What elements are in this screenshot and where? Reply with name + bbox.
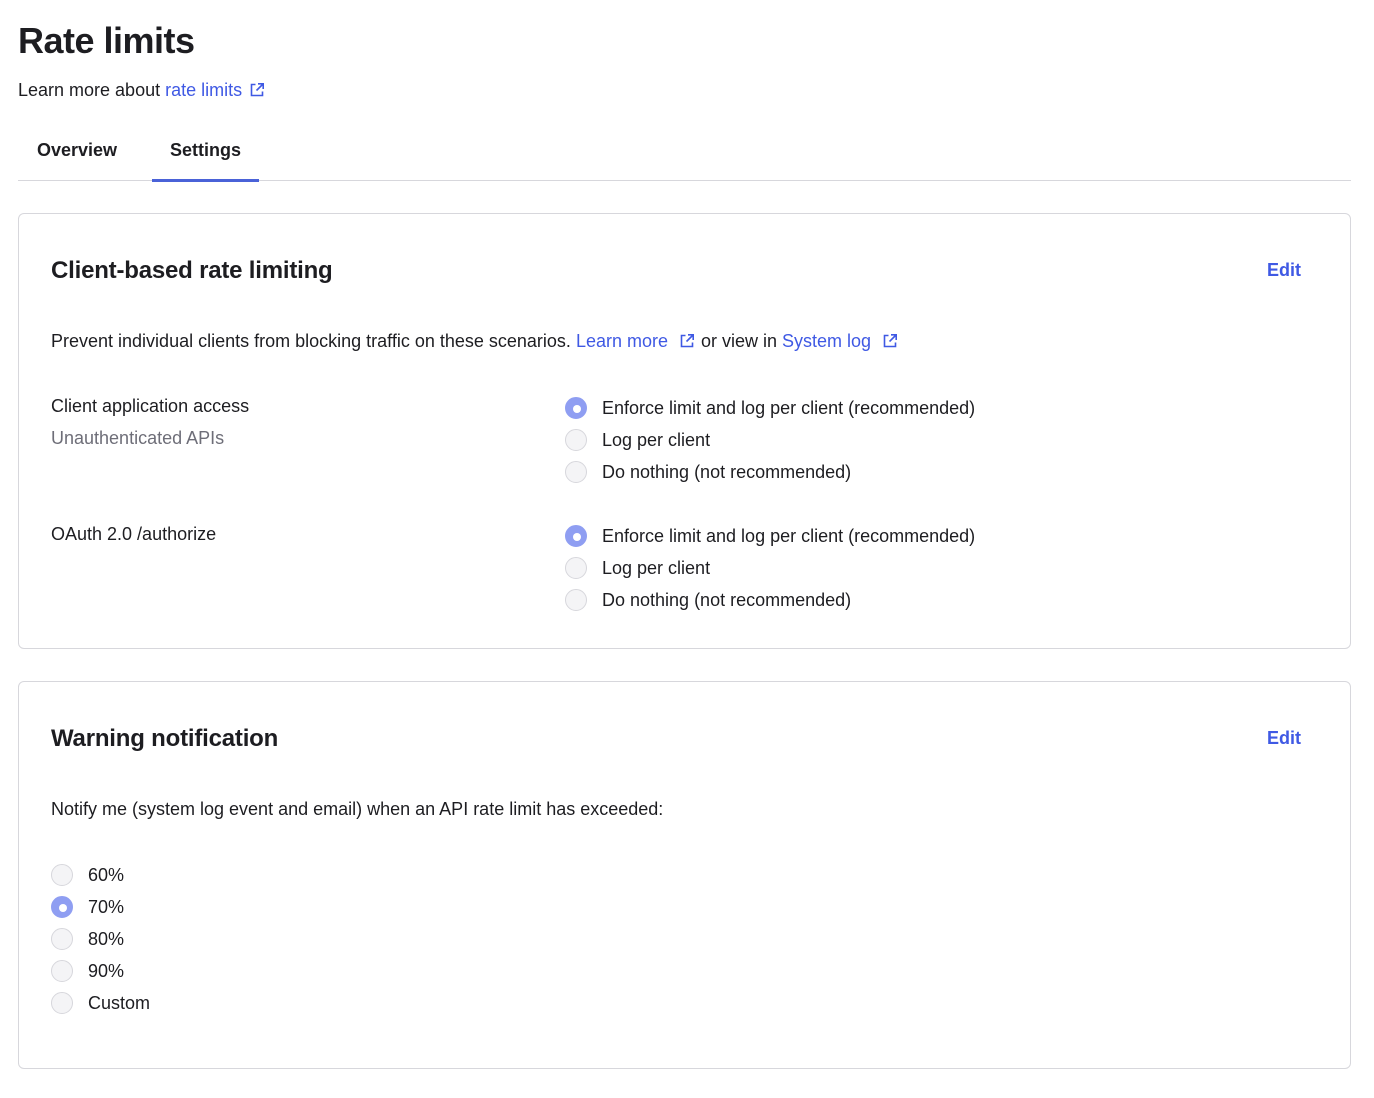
- client-rate-limiting-description: Prevent individual clients from blocking…: [51, 331, 899, 352]
- radio-option[interactable]: Enforce limit and log per client (recomm…: [565, 520, 975, 552]
- description-prefix: Prevent individual clients from blocking…: [51, 331, 576, 351]
- warning-notification-title: Warning notification: [51, 725, 279, 752]
- radio-option-label: 80%: [88, 928, 125, 949]
- radio-option-label: Custom: [88, 992, 151, 1013]
- client-rate-limiting-edit-button[interactable]: Edit: [1267, 260, 1301, 281]
- oauth-authorize-label: OAuth 2.0 /authorize: [51, 524, 217, 544]
- client-rate-limiting-title: Client-based rate limiting: [51, 257, 333, 284]
- radio-option[interactable]: 70%: [51, 891, 150, 923]
- radio-option[interactable]: 80%: [51, 923, 150, 955]
- radio-option-label: Log per client: [602, 557, 711, 578]
- radio-option-label: Do nothing (not recommended): [602, 589, 852, 610]
- radio-option[interactable]: 60%: [51, 859, 150, 891]
- radio-button[interactable]: [51, 960, 73, 982]
- external-link-icon: [250, 83, 265, 97]
- description-middle: or view in: [696, 331, 783, 351]
- radio-option[interactable]: Log per client: [565, 552, 975, 584]
- radio-option-label: Enforce limit and log per client (recomm…: [602, 525, 976, 546]
- radio-button[interactable]: [565, 557, 587, 579]
- client-rate-limiting-card: Client-based rate limiting Edit Prevent …: [18, 213, 1351, 649]
- learn-more-link[interactable]: Learn more: [576, 331, 696, 351]
- radio-button[interactable]: [565, 461, 587, 483]
- rate-limits-link-label: rate limits: [165, 80, 243, 100]
- radio-button[interactable]: [51, 928, 73, 950]
- radio-option[interactable]: 90%: [51, 955, 150, 987]
- tab-overview[interactable]: Overview: [18, 122, 136, 181]
- radio-option-label: 60%: [88, 864, 125, 885]
- radio-button[interactable]: [565, 397, 587, 419]
- warning-notification-description: Notify me (system log event and email) w…: [51, 799, 664, 819]
- unauthenticated-apis-sublabel: Unauthenticated APIs: [51, 428, 225, 448]
- learn-more-prefix: Learn more about: [18, 80, 166, 100]
- radio-option-label: Log per client: [602, 429, 711, 450]
- system-log-link[interactable]: System log: [782, 331, 899, 351]
- radio-option[interactable]: Do nothing (not recommended): [565, 584, 975, 616]
- radio-button[interactable]: [51, 864, 73, 886]
- external-link-icon: [883, 334, 898, 348]
- system-log-link-label: System log: [782, 331, 872, 351]
- oauth-authorize-radio-group: Enforce limit and log per client (recomm…: [565, 520, 975, 616]
- tab-bar: Overview Settings: [18, 122, 1351, 182]
- external-link-icon: [680, 334, 694, 348]
- radio-option-label: Do nothing (not recommended): [602, 461, 852, 482]
- radio-option[interactable]: Do nothing (not recommended): [565, 456, 975, 488]
- warning-notification-edit-button[interactable]: Edit: [1267, 728, 1301, 749]
- threshold-radio-group: 60% 70% 80% 90% Custom: [51, 859, 150, 1019]
- radio-button[interactable]: [565, 525, 587, 547]
- radio-option-label: 70%: [88, 896, 125, 917]
- radio-option[interactable]: Log per client: [565, 424, 975, 456]
- learn-more-line: Learn more about rate limits: [18, 80, 266, 101]
- warning-notification-card: Warning notification Edit Notify me (sys…: [18, 681, 1351, 1069]
- radio-option[interactable]: Enforce limit and log per client (recomm…: [565, 392, 975, 424]
- radio-button[interactable]: [565, 429, 587, 451]
- page-title: Rate limits: [18, 20, 195, 61]
- tab-settings[interactable]: Settings: [152, 122, 259, 182]
- client-application-access-label: Client application access: [51, 396, 250, 416]
- radio-button[interactable]: [51, 992, 73, 1014]
- radio-button[interactable]: [565, 589, 587, 611]
- radio-option[interactable]: Custom: [51, 987, 150, 1019]
- radio-option-label: Enforce limit and log per client (recomm…: [602, 397, 976, 418]
- radio-option-label: 90%: [88, 960, 125, 981]
- client-application-access-radio-group: Enforce limit and log per client (recomm…: [565, 392, 975, 488]
- radio-button[interactable]: [51, 896, 73, 918]
- learn-more-link-label: Learn more: [575, 331, 668, 351]
- rate-limits-link[interactable]: rate limits: [165, 80, 266, 100]
